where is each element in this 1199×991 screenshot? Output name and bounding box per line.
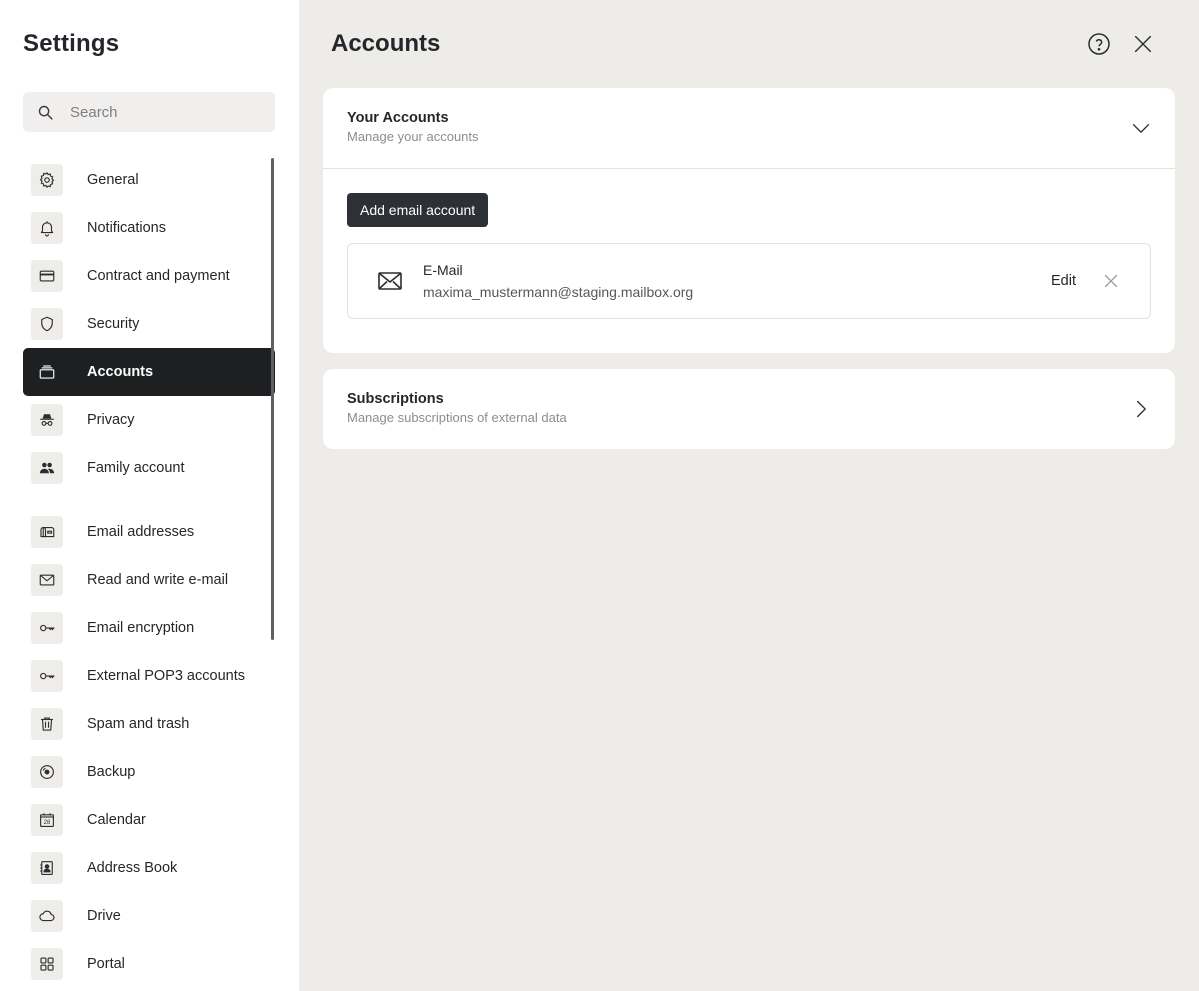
section-subtitle: Manage subscriptions of external data <box>347 410 567 425</box>
key-icon <box>40 624 55 632</box>
calendar-day: 28 <box>44 820 51 826</box>
sidebar-item-notifications[interactable]: Notifications <box>23 204 275 252</box>
sidebar-item-label: Drive <box>87 908 121 924</box>
sidebar-item-external-pop3[interactable]: External POP3 accounts <box>23 652 275 700</box>
section-title: Subscriptions <box>347 391 444 407</box>
sidebar-item-label: Portal <box>87 956 125 972</box>
search-box[interactable] <box>23 92 275 132</box>
sidebar-item-family-account[interactable]: Family account <box>23 444 275 492</box>
sidebar-item-calendar[interactable]: 28 Calendar <box>23 796 275 844</box>
account-row: E-Mail maxima_mustermann@staging.mailbox… <box>347 243 1151 319</box>
edit-account-button[interactable]: Edit <box>1051 273 1076 289</box>
sidebar-item-accounts[interactable]: Accounts <box>23 348 275 396</box>
search-icon <box>38 105 53 120</box>
your-accounts-header[interactable]: Your Accounts Manage your accounts <box>323 88 1175 168</box>
sidebar-item-label: Calendar <box>87 812 146 828</box>
add-email-account-button[interactable]: Add email account <box>347 193 489 227</box>
sidebar-item-label: Contract and payment <box>87 268 230 284</box>
section-title: Your Accounts <box>347 110 449 126</box>
sidebar-item-label: General <box>87 172 139 188</box>
sidebar-item-label: Accounts <box>87 364 154 380</box>
cloud-icon <box>39 910 55 922</box>
sidebar-item-label: Security <box>87 316 140 332</box>
sidebar-item-label: Family account <box>87 460 185 476</box>
sidebar-item-contract-payment[interactable]: Contract and payment <box>23 252 275 300</box>
sidebar-item-label: Email encryption <box>87 620 195 636</box>
sidebar-item-label: Backup <box>87 764 136 780</box>
shield-icon <box>41 316 53 332</box>
envelope-icon <box>39 574 55 586</box>
trash-icon <box>41 717 53 731</box>
help-button[interactable] <box>1087 32 1111 56</box>
calendar-icon: 28 <box>40 813 54 827</box>
sidebar-item-read-write-email[interactable]: Read and write e-mail <box>23 556 275 604</box>
sidebar-item-privacy[interactable]: Privacy <box>23 396 275 444</box>
bell-icon <box>40 221 54 237</box>
search-input[interactable] <box>70 103 260 121</box>
sidebar-item-address-book[interactable]: Address Book <box>23 844 275 892</box>
settings-sidebar: Settings General Notifications Contract … <box>0 0 299 991</box>
sidebar-scrollbar[interactable] <box>271 158 274 640</box>
incognito-icon <box>40 414 54 426</box>
sidebar-item-email-addresses[interactable]: Email addresses <box>23 508 275 556</box>
subscriptions-card[interactable]: Subscriptions Manage subscriptions of ex… <box>323 369 1175 449</box>
key-icon <box>40 672 55 680</box>
gear-icon <box>39 172 55 188</box>
page-title: Accounts <box>331 30 441 57</box>
sidebar-item-label: Read and write e-mail <box>87 572 229 588</box>
sidebar-item-email-encryption[interactable]: Email encryption <box>23 604 275 652</box>
sidebar-item-label: Privacy <box>87 412 135 428</box>
people-icon <box>39 462 55 474</box>
contact-book-icon <box>40 861 53 875</box>
sidebar-item-general[interactable]: General <box>23 156 275 204</box>
account-type: E-Mail <box>423 262 463 278</box>
close-icon <box>1134 35 1152 53</box>
envelope-icon <box>378 272 402 290</box>
remove-account-icon[interactable] <box>1104 274 1118 288</box>
close-button[interactable] <box>1131 32 1155 56</box>
sidebar-item-drive[interactable]: Drive <box>23 892 275 940</box>
credit-card-icon <box>39 270 55 282</box>
chevron-down-icon[interactable] <box>1131 118 1151 138</box>
section-subtitle: Manage your accounts <box>347 129 479 144</box>
sidebar-item-label: Notifications <box>87 220 166 236</box>
accounts-stack-icon <box>39 365 55 379</box>
chevron-right-icon[interactable] <box>1131 399 1151 419</box>
disc-icon <box>40 765 54 779</box>
your-accounts-card: Your Accounts Manage your accounts Add e… <box>323 88 1175 353</box>
sidebar-item-label: External POP3 accounts <box>87 668 245 684</box>
mailbox-icon <box>40 526 55 538</box>
account-address: maxima_mustermann@staging.mailbox.org <box>423 284 694 300</box>
sidebar-item-spam-trash[interactable]: Spam and trash <box>23 700 275 748</box>
sidebar-item-backup[interactable]: Backup <box>23 748 275 796</box>
sidebar-item-portal[interactable]: Portal <box>23 940 275 988</box>
divider <box>323 168 1175 169</box>
grid-icon <box>40 957 54 971</box>
help-icon <box>1088 33 1110 55</box>
sidebar-item-security[interactable]: Security <box>23 300 275 348</box>
sidebar-title: Settings <box>23 30 120 57</box>
sidebar-item-label: Address Book <box>87 860 178 876</box>
subscriptions-header[interactable]: Subscriptions Manage subscriptions of ex… <box>323 369 1175 449</box>
sidebar-item-label: Spam and trash <box>87 716 190 732</box>
sidebar-item-label: Email addresses <box>87 524 195 540</box>
